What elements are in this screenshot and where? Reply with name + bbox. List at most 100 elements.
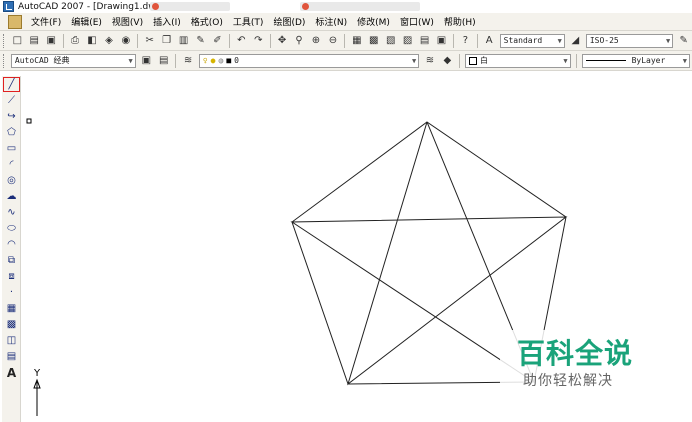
menu-window[interactable]: 窗口(W) [395,15,439,28]
window-title: AutoCAD 2007 - [Drawing1.dwg] [18,1,165,12]
tab-icon [302,3,309,10]
publish-icon[interactable]: ◈ [102,34,115,48]
block-editor-icon[interactable]: ✐ [211,34,224,48]
layer-previous-icon[interactable]: ◆ [441,54,454,68]
cut-icon[interactable]: ✂ [143,34,156,48]
color-swatch-icon: ■ [226,56,232,65]
workspace-settings-icon[interactable]: ▣ [140,54,153,68]
dim-style-icon[interactable]: ◢ [569,34,582,48]
color-box-icon [469,56,478,65]
zoom-window-icon[interactable]: ⊕ [310,34,323,48]
redo-icon[interactable]: ↷ [252,34,265,48]
color-state: 白 [469,55,488,66]
point-icon[interactable]: · [3,285,20,300]
chevron-down-icon: ▼ [563,56,568,65]
color-combo[interactable]: 白 ▼ [465,53,571,68]
circle-icon[interactable]: ◎ [3,173,20,188]
document-menu-icon[interactable] [8,14,22,29]
design-center-icon[interactable]: ▩ [367,34,380,48]
workspace-save-icon[interactable]: ▤ [157,54,170,68]
linetype-combo[interactable]: ByLayer ▼ [581,53,691,68]
text-style-combo[interactable]: Standard ▼ [499,33,565,48]
menu-bar: 文件(F) 编辑(E) 视图(V) 插入(I) 格式(O) 工具(T) 绘图(D… [0,13,692,31]
undo-icon[interactable]: ↶ [235,34,248,48]
layer-manager-icon[interactable]: ≋ [181,54,194,68]
open-file-icon[interactable]: ▤ [28,34,41,48]
print-icon[interactable]: ⎙ [69,34,82,48]
pan-icon[interactable]: ✥ [276,34,289,48]
multiline-text-icon[interactable]: A [3,365,20,380]
region-icon[interactable]: ◫ [3,333,20,348]
make-block-icon[interactable]: ⧈ [3,269,20,284]
make-object-layer-current-icon[interactable]: ≋ [423,54,436,68]
new-file-icon[interactable]: □ [11,34,24,48]
rectangle-icon[interactable]: ▭ [3,141,20,156]
toolbar-separator [62,33,64,48]
sheet-set-icon[interactable]: ▨ [401,34,414,48]
chevron-down-icon: ▼ [128,56,133,65]
save-icon[interactable]: ▣ [45,34,58,48]
workspace-combo[interactable]: AutoCAD 经典 ▼ [10,53,136,68]
toolbar-separator [269,33,271,48]
zoom-previous-icon[interactable]: ⊖ [326,34,339,48]
ellipse-arc-icon[interactable]: ◠ [3,237,20,252]
lightbulb-icon: ♀ [202,56,208,65]
standard-toolbar: □ ▤ ▣ ⎙ ◧ ◈ ◉ ✂ ❐ ▥ ✎ ✐ ↶ ↷ ✥ ⚲ ⊕ ⊖ ▦ ▩ … [0,31,692,51]
ellipse-icon[interactable]: ⬭ [3,221,20,236]
watermark-title: 百科全说 [517,337,634,370]
line-tool-icon[interactable]: ╱ [3,77,20,92]
layer-state: ♀ ● ◍ ■ 0 [203,56,239,65]
polygon-icon[interactable]: ⬠ [3,125,20,140]
match-properties-icon[interactable]: ✎ [194,34,207,48]
calculator-icon[interactable]: ▣ [435,34,448,48]
hatch-icon[interactable]: ▦ [3,301,20,316]
autocad-app-icon[interactable] [3,1,14,12]
toolbar-separator [344,33,346,48]
text-style-icon[interactable]: A [483,34,496,48]
line-sample-icon [585,60,626,61]
menu-file[interactable]: 文件(F) [26,15,66,28]
insert-block-icon[interactable]: ⧉ [3,253,20,268]
tool-palettes-icon[interactable]: ▧ [384,34,397,48]
toolbar-separator [476,33,478,48]
toolbar-grip[interactable] [3,33,6,48]
copy-icon[interactable]: ❐ [160,34,173,48]
dim-style-value: ISO-25 [589,36,619,45]
menu-help[interactable]: 帮助(H) [439,15,481,28]
gradient-icon[interactable]: ▩ [3,317,20,332]
ucs-y-label: Y [33,368,41,379]
lock-icon: ◍ [218,56,224,65]
plot-icon[interactable]: ◉ [119,34,132,48]
zoom-realtime-icon[interactable]: ⚲ [293,34,306,48]
markup-icon[interactable]: ▤ [418,34,431,48]
polyline-icon[interactable]: ↪ [3,109,20,124]
spline-icon[interactable]: ∿ [3,205,20,220]
table-style-icon[interactable]: ✎ [677,34,690,48]
revision-cloud-icon[interactable]: ☁ [3,189,20,204]
construction-line-icon[interactable]: ⟋ [3,93,20,108]
menu-edit[interactable]: 编辑(E) [66,15,107,28]
toolbar-grip[interactable] [3,53,6,68]
menu-insert[interactable]: 插入(I) [148,15,186,28]
table-icon[interactable]: ▤ [3,349,20,364]
dim-style-combo[interactable]: ISO-25 ▼ [585,33,674,48]
menu-view[interactable]: 视图(V) [107,15,148,28]
toolbar-separator [452,33,454,48]
menu-format[interactable]: 格式(O) [186,15,228,28]
properties-icon[interactable]: ▦ [350,34,363,48]
title-bar: AutoCAD 2007 - [Drawing1.dwg] [0,0,692,13]
menu-modify[interactable]: 修改(M) [352,15,395,28]
menu-draw[interactable]: 绘图(D) [268,15,310,28]
ucs-icon: Y [33,368,41,416]
layer-value: 0 [234,56,239,65]
layer-combo[interactable]: ♀ ● ◍ ■ 0 ▼ [198,53,420,68]
preview-icon[interactable]: ◧ [86,34,99,48]
arc-icon[interactable]: ◜ [3,157,20,172]
menu-tools[interactable]: 工具(T) [228,15,269,28]
menu-dimension[interactable]: 标注(N) [310,15,352,28]
paste-icon[interactable]: ▥ [177,34,190,48]
linetype-state: ByLayer [585,56,665,65]
properties-toolbar: AutoCAD 经典 ▼ ▣ ▤ ≋ ♀ ● ◍ ■ 0 ▼ ≋ ◆ 白 ▼ B… [0,51,692,71]
help-icon[interactable]: ? [459,34,472,48]
chevron-down-icon: ▼ [682,56,688,65]
